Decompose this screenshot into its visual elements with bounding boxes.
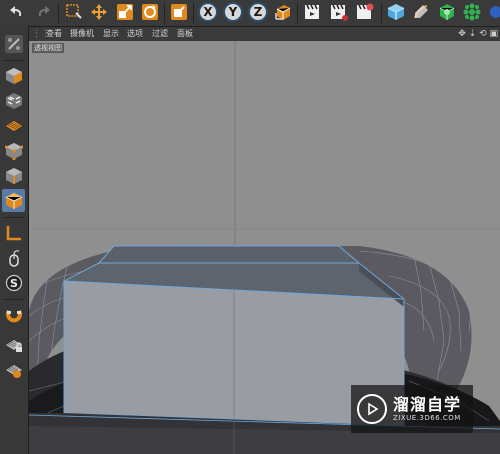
play-logo-icon	[357, 394, 387, 424]
snap-magnet-icon[interactable]	[2, 304, 25, 327]
menu-filter[interactable]: 过滤	[152, 28, 168, 40]
menu-cameras[interactable]: 摄像机	[70, 28, 94, 40]
make-editable-icon[interactable]	[2, 32, 25, 55]
x-axis-toggle[interactable]: X	[198, 2, 218, 22]
maximize-icon[interactable]: ▣	[489, 29, 498, 39]
subdivision-surface-icon[interactable]	[436, 1, 458, 23]
points-mode-icon[interactable]	[2, 139, 25, 162]
lock-workplane-icon[interactable]	[2, 333, 25, 356]
rotate-icon[interactable]	[139, 1, 161, 23]
redo-icon[interactable]	[32, 1, 54, 23]
watermark: 溜溜自学 ZIXUE.3D66.COM	[351, 385, 473, 433]
cube-primitive-icon[interactable]	[385, 1, 407, 23]
orbit-icon[interactable]: ⟲	[479, 29, 487, 39]
pan-icon[interactable]: ✥	[458, 29, 466, 39]
texture-mode-icon[interactable]	[2, 89, 25, 112]
solo-view-icon[interactable]: S	[2, 271, 25, 294]
edges-mode-icon[interactable]	[2, 164, 25, 187]
cloner-icon[interactable]	[461, 1, 483, 23]
render-settings-icon[interactable]	[354, 1, 376, 23]
menu-options[interactable]: 选项	[127, 28, 143, 40]
polygons-mode-icon[interactable]	[2, 189, 25, 212]
zoom-icon[interactable]: ⇣	[469, 29, 477, 39]
select-icon[interactable]	[63, 1, 85, 23]
move-icon[interactable]	[88, 1, 110, 23]
render-view-icon[interactable]	[302, 1, 324, 23]
menu-display[interactable]: 显示	[103, 28, 119, 40]
workplane-mode-icon[interactable]	[2, 114, 25, 137]
main-toolbar: X Y Z	[0, 0, 500, 27]
watermark-url: ZIXUE.3D66.COM	[393, 413, 461, 422]
render-to-picture-viewer-icon[interactable]	[328, 1, 350, 23]
menu-view[interactable]: 查看	[46, 28, 62, 40]
viewport-label: 透视视图	[32, 43, 64, 53]
pen-spline-icon[interactable]	[410, 1, 432, 23]
watermark-title: 溜溜自学	[393, 394, 462, 414]
tweak-mode-icon[interactable]	[2, 246, 25, 269]
viewport-menubar: ⋮⋮ 查看 摄像机 显示 选项 过滤 面板 ✥ ⇣ ⟲ ▣	[29, 27, 500, 41]
viewport-nav-icons: ✥ ⇣ ⟲ ▣	[458, 28, 498, 40]
undo-icon[interactable]	[6, 1, 28, 23]
svg-text:S: S	[10, 277, 18, 290]
planar-workplane-icon[interactable]	[2, 358, 25, 381]
coordinate-system-icon[interactable]	[272, 1, 294, 23]
effector-icon[interactable]	[486, 1, 500, 23]
z-axis-toggle[interactable]: Z	[248, 2, 268, 22]
menu-panel[interactable]: 面板	[177, 28, 193, 40]
left-tool-panel: S	[0, 26, 29, 454]
enable-axis-icon[interactable]	[2, 221, 25, 244]
model-mode-icon[interactable]	[2, 64, 25, 87]
scale-icon[interactable]	[114, 1, 136, 23]
y-axis-toggle[interactable]: Y	[223, 2, 243, 22]
recent-tool-icon[interactable]	[168, 1, 190, 23]
